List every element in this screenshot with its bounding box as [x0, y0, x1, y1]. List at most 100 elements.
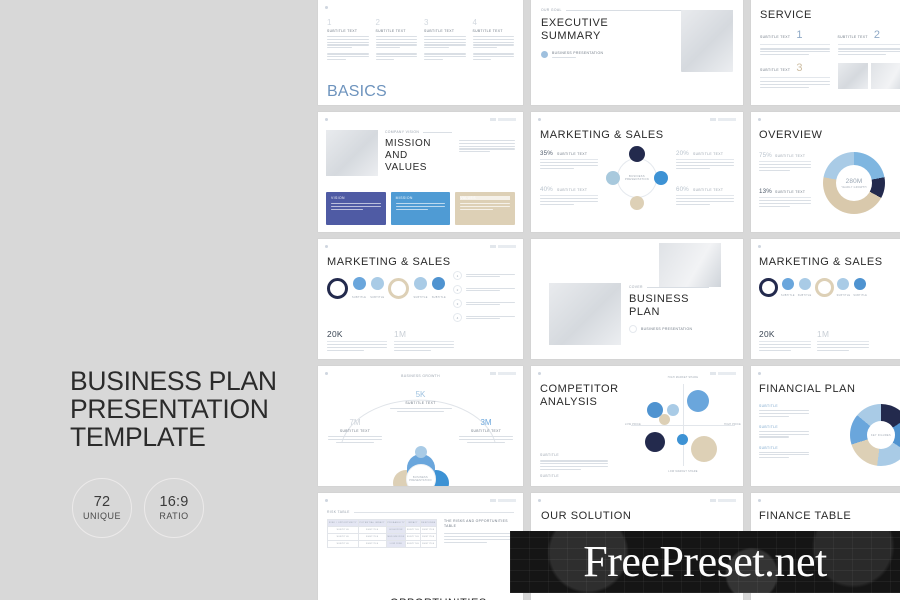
cycle-center-label: KEY FIGURES — [871, 433, 891, 437]
bullet-icon — [629, 325, 637, 334]
table-cell: SUBTITLE — [336, 536, 350, 538]
basics-col-subtitle: SUBTITLE TEXT — [375, 29, 406, 33]
badge-group: 72 UNIQUE 16:9 RATIO — [72, 478, 204, 538]
slide-marketing-and-sales-icons-b[interactable]: MARKETING & SALES SUBTITLE SUBTITLE SUBT… — [751, 239, 900, 359]
stat-subtitle: SUBTITLE TEXT — [556, 152, 588, 156]
basics-col-subtitle: SUBTITLE TEXT — [327, 29, 358, 33]
photo-placeholder — [659, 243, 721, 287]
slide-financial-plan[interactable]: FINANCIAL PLAN SUBTITLE SUBTITLE SUBTITL… — [751, 366, 900, 486]
table-cell: SUBTITLE — [336, 543, 350, 545]
basics-column: 2 SUBTITLE TEXT — [375, 18, 417, 61]
quadrant-plot: HIGH MARKET SHARE LOW MARKET SHARE LOW P… — [625, 377, 741, 473]
stat-subtitle: SUBTITLE TEXT — [692, 188, 724, 192]
bullet-icon — [541, 51, 548, 59]
metric-block: 20K — [759, 329, 811, 351]
list-item-number: 2 — [453, 285, 462, 294]
stat-subtitle: SUBTITLE TEXT — [470, 429, 502, 433]
list-item: 1 — [453, 271, 515, 280]
metric-block: 20K — [327, 329, 387, 351]
slide-basics[interactable]: 1 SUBTITLE TEXT 2 SUBTITLE TEXT 3 SUBTIT… — [318, 0, 523, 105]
list-item: 3 — [453, 299, 515, 308]
slide-opportunities-and-risks[interactable]: RISK TABLE RISK / OPPORTUNITY POTENTIAL … — [318, 493, 523, 600]
eyebrow-label: COMPANY VISION — [385, 130, 420, 134]
badge-ratio-label: RATIO — [159, 511, 189, 522]
eyebrow-label: OUR GOAL — [541, 8, 562, 12]
stat-block: 5K SUBTITLE TEXT — [389, 390, 452, 412]
slide-tag-icon — [490, 372, 516, 375]
stat-value: 5K — [415, 390, 426, 399]
plot-bubble — [645, 432, 665, 452]
slide-marker-icon — [538, 372, 541, 375]
icon-badge — [414, 277, 428, 291]
stat-block: 13% SUBTITLE TEXT — [759, 188, 811, 207]
slide-title-marketing-and-sales: MARKETING & SALES — [759, 256, 883, 268]
slide-marketing-and-sales-circle[interactable]: MARKETING & SALES 35% SUBTITLE TEXT 40% … — [531, 112, 743, 232]
slide-marker-icon — [538, 499, 541, 502]
slide-marketing-and-sales-icons-a[interactable]: MARKETING & SALES SUBTITLE SUBTITLE SUBT… — [318, 239, 523, 359]
service-item-number: 1 — [796, 29, 803, 42]
basics-col-number: 2 — [375, 18, 380, 27]
service-item: SUBTITLE TEXT 3 — [760, 63, 830, 89]
slide-title-overview: OVERVIEW — [759, 129, 823, 141]
icon-badge-secondary — [814, 277, 834, 297]
slide-title-basics: BASICS — [327, 83, 387, 101]
table-cell: MEDIUM RISK — [387, 536, 405, 538]
stat-block: 75% SUBTITLE TEXT — [759, 152, 811, 171]
eyebrow-label: RISK TABLE — [327, 510, 350, 514]
financial-item: SUBTITLE — [759, 404, 809, 417]
slide-service[interactable]: SERVICE SUBTITLE TEXT 1 SUBTITLE TEXT 2 … — [751, 0, 900, 105]
list-item: 4 — [453, 313, 515, 322]
icon-badge — [352, 277, 366, 291]
slide-business-plan-cover[interactable]: COVER BUSINESS PLAN BUSINESS PRESENTATIO… — [531, 239, 743, 359]
stat-value: 7M — [349, 418, 361, 427]
table-cell: LOW RISK — [389, 543, 403, 545]
slide-competitor-analysis[interactable]: COMPETITOR ANALYSIS SUBTITLE SUBTITLE HI… — [531, 366, 743, 486]
basics-column: 1 SUBTITLE TEXT — [327, 19, 369, 61]
diagram-center-label: BUSINESS PRESENTATION — [625, 175, 649, 181]
slide-gear-infographic[interactable]: BUSINESS GROWTH 5K SUBTITLE TEXT 7M SUBT… — [318, 366, 523, 486]
side-title: THE RISKS AND OPPORTUNITIES TABLE — [444, 519, 508, 529]
stat-block: 35% SUBTITLE TEXT — [540, 150, 598, 169]
stat-block: 40% SUBTITLE TEXT — [540, 186, 598, 205]
service-item-subtitle: SUBTITLE TEXT — [760, 68, 791, 73]
slide-title-mission-and-values: MISSION AND VALUES — [385, 138, 452, 173]
stat-block: 7M SUBTITLE TEXT — [328, 418, 382, 443]
basics-col-number: 3 — [424, 18, 429, 27]
mission-title-line-2: AND VALUES — [385, 149, 428, 173]
slide-marker-icon — [758, 499, 761, 502]
icon-badge — [854, 278, 867, 291]
table-cell: SUBTITLE — [406, 536, 420, 538]
service-item-number: 3 — [796, 62, 803, 75]
slide-overview[interactable]: OVERVIEW 75% SUBTITLE TEXT 13% SUBTITLE … — [751, 112, 900, 232]
diagram-node-bottom — [630, 196, 644, 210]
slide-mission-and-values[interactable]: COMPANY VISION MISSION AND VALUES VISION… — [318, 112, 523, 232]
service-item-number: 2 — [873, 29, 880, 42]
axis-label-left: LOW PRICE — [625, 424, 642, 426]
stat-value: 35% — [540, 150, 553, 157]
stat-value: 13% — [759, 188, 772, 195]
table-header: RISK / OPPORTUNITY — [328, 522, 357, 524]
axis-label-top: HIGH MARKET SHARE — [667, 377, 699, 379]
badge-ratio-value: 16:9 — [159, 493, 189, 510]
badge-ratio: 16:9 RATIO — [144, 478, 204, 538]
page-title-line-1: BUSINESS PLAN — [70, 366, 277, 396]
basics-column: 4 SUBTITLE TEXT — [472, 19, 514, 61]
cover-caption: BUSINESS PRESENTATION — [641, 327, 693, 332]
service-item-subtitle: SUBTITLE TEXT — [837, 35, 868, 40]
slide-title-our-solution: OUR SOLUTION — [541, 510, 632, 522]
slide-title-opportunities-and-risks: OPPORTUNITIES AND RISKS — [390, 597, 487, 600]
icon-badge-primary — [327, 277, 348, 299]
table-row: SUBTITLE SUBTITLE LOW RISK SUBTITLE SUBT… — [327, 540, 438, 548]
slide-executive-summary[interactable]: OUR GOAL EXECUTIVE SUMMARY BUSINESS PRES… — [531, 0, 743, 105]
diagram-node-top — [629, 146, 645, 162]
stat-subtitle: SUBTITLE TEXT — [692, 152, 724, 156]
cover-title-line-1: BUSINESS — [629, 293, 690, 305]
slide-marker-icon — [325, 245, 328, 248]
slide-tag-icon — [490, 118, 516, 121]
icon-badge-primary — [759, 277, 778, 297]
financial-item: SUBTITLE — [759, 446, 809, 459]
promo-panel: BUSINESS PLAN PRESENTATION TEMPLATE 72 U… — [0, 0, 318, 600]
slide-tag-icon — [710, 118, 736, 121]
stat-value: 40% — [540, 186, 553, 193]
gear-icon-top — [414, 446, 427, 458]
